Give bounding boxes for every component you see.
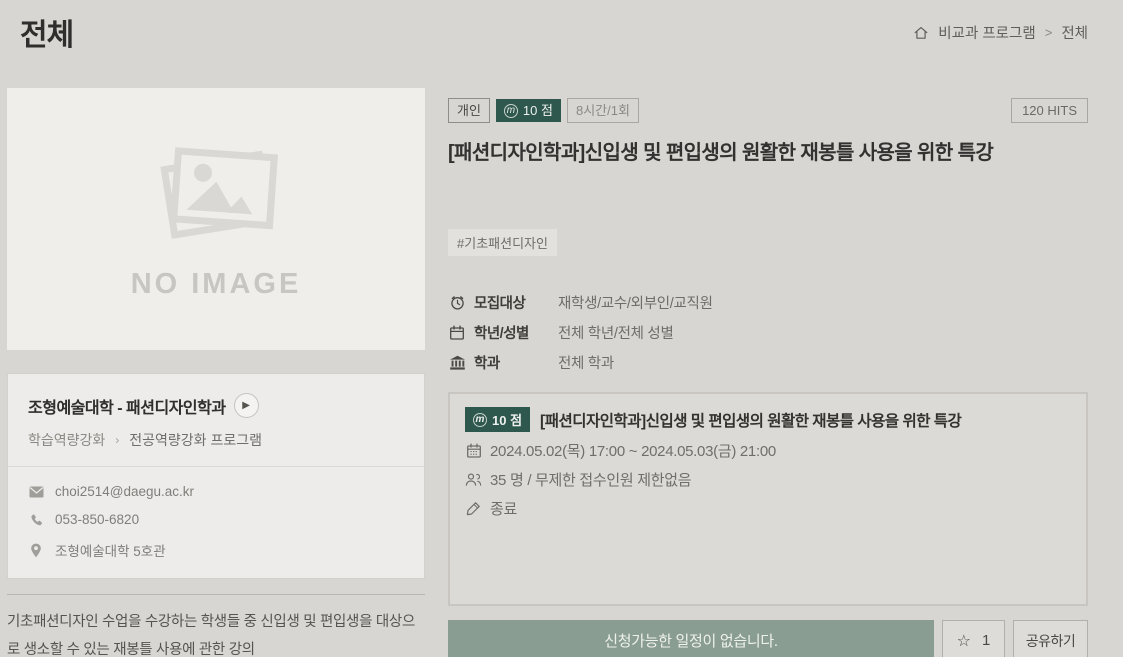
program-type: 전공역량강화 프로그램 xyxy=(129,430,262,450)
contact-email: choi2514@daegu.ac.kr xyxy=(55,484,194,499)
badge-row: 개인 m 10 점 8시간/1회 120 HITS xyxy=(448,98,1088,123)
schedule-card[interactable]: m 10 점 [패션디자인학과]신입생 및 편입생의 원활한 재봉틀 사용을 위… xyxy=(448,392,1088,606)
badge-type: 개인 xyxy=(448,98,490,123)
info-label: 학년/성별 xyxy=(474,322,558,343)
breadcrumb-item-programs[interactable]: 비교과 프로그램 xyxy=(938,22,1035,43)
left-column: NO IMAGE 조형예술대학 - 패션디자인학과 ▶ 학습역량강화 › 전공역… xyxy=(7,88,425,657)
schedule-points-badge: m 10 점 xyxy=(465,407,530,432)
play-icon: ▶ xyxy=(242,400,250,411)
no-image-icon xyxy=(150,138,282,242)
info-row-grade-gender: 학년/성별 전체 학년/전체 성별 xyxy=(448,322,1088,343)
program-info-list: 모집대상 재학생/교수/외부인/교직원 학년/성별 전체 학년/전체 성별 xyxy=(448,292,1088,373)
star-icon: ☆ xyxy=(957,631,971,650)
program-description: 기초패션디자인 수업을 수강하는 학생들 중 신입생 및 편입생을 대상으로 생… xyxy=(7,594,425,657)
university-icon xyxy=(448,355,466,371)
org-expand-button[interactable]: ▶ xyxy=(234,393,259,418)
contact-location: 조형예술대학 5호관 xyxy=(55,540,166,560)
card-divider xyxy=(8,466,424,467)
badge-duration: 8시간/1회 xyxy=(567,98,639,123)
info-label: 모집대상 xyxy=(474,292,558,313)
info-label: 학과 xyxy=(474,352,558,373)
breadcrumb: 비교과 프로그램 > 전체 xyxy=(913,22,1088,43)
right-column: 개인 m 10 점 8시간/1회 120 HITS [패션디자인학과]신입생 및… xyxy=(448,88,1088,657)
breadcrumb-separator: > xyxy=(1045,25,1053,40)
no-image-label: NO IMAGE xyxy=(131,268,302,301)
schedule-points-label: 10 점 xyxy=(492,410,522,429)
action-row: 신청가능한 일정이 없습니다. ☆ 1 공유하기 xyxy=(448,620,1088,657)
schedule-period-row: 2024.05.02(목) 17:00 ~ 2024.05.03(금) 21:0… xyxy=(465,440,1071,461)
phone-icon xyxy=(28,513,44,527)
schedule-capacity: 35 명 / 무제한 접수인원 제한없음 xyxy=(490,469,691,490)
contact-phone-row[interactable]: 053-850-6820 xyxy=(8,512,424,527)
mileage-icon: m xyxy=(473,413,487,427)
contact-phone: 053-850-6820 xyxy=(55,512,139,527)
schedule-title: [패션디자인학과]신입생 및 편입생의 원활한 재봉틀 사용을 위한 특강 xyxy=(540,409,961,431)
alarm-clock-icon xyxy=(448,294,466,311)
mileage-icon: m xyxy=(504,104,518,118)
program-category: 학습역량강화 xyxy=(28,430,105,450)
pen-icon xyxy=(465,501,482,516)
email-icon xyxy=(28,486,44,498)
schedule-capacity-row: 35 명 / 무제한 접수인원 제한없음 xyxy=(465,469,1071,490)
home-icon[interactable] xyxy=(913,25,929,41)
hashtag-row: #기초패션디자인 xyxy=(448,229,1088,256)
breadcrumb-item-all[interactable]: 전체 xyxy=(1061,22,1088,43)
contact-location-row: 조형예술대학 5호관 xyxy=(8,540,424,560)
favorite-count: 1 xyxy=(982,632,990,649)
page-header: 전체 비교과 프로그램 > 전체 xyxy=(0,0,1123,88)
content: NO IMAGE 조형예술대학 - 패션디자인학과 ▶ 학습역량강화 › 전공역… xyxy=(0,88,1123,657)
no-schedule-button[interactable]: 신청가능한 일정이 없습니다. xyxy=(448,620,934,657)
schedule-status: 종료 xyxy=(490,498,517,519)
calendar-icon xyxy=(465,443,482,459)
badge-points: m 10 점 xyxy=(496,99,561,122)
hits-badge: 120 HITS xyxy=(1011,98,1088,123)
info-value: 재학생/교수/외부인/교직원 xyxy=(558,292,713,313)
page-title: 전체 xyxy=(20,10,73,54)
category-chevron: › xyxy=(115,433,119,447)
info-value: 전체 학과 xyxy=(558,352,614,373)
contact-email-row[interactable]: choi2514@daegu.ac.kr xyxy=(8,484,424,499)
hashtag[interactable]: #기초패션디자인 xyxy=(448,229,557,256)
organization-card: 조형예술대학 - 패션디자인학과 ▶ 학습역량강화 › 전공역량강화 프로그램 xyxy=(7,373,425,579)
organization-name: 조형예술대학 - 패션디자인학과 xyxy=(28,394,226,418)
program-title: [패션디자인학과]신입생 및 편입생의 원활한 재봉틀 사용을 위한 특강 xyxy=(448,136,1088,165)
program-thumbnail-placeholder: NO IMAGE xyxy=(7,88,425,350)
calendar-icon xyxy=(448,325,466,341)
schedule-status-row: 종료 xyxy=(465,498,1071,519)
map-pin-icon xyxy=(28,543,44,558)
schedule-period: 2024.05.02(목) 17:00 ~ 2024.05.03(금) 21:0… xyxy=(490,440,776,461)
favorite-button[interactable]: ☆ 1 xyxy=(942,620,1005,657)
info-value: 전체 학년/전체 성별 xyxy=(558,322,674,343)
info-row-target: 모집대상 재학생/교수/외부인/교직원 xyxy=(448,292,1088,313)
info-row-department: 학과 전체 학과 xyxy=(448,352,1088,373)
users-icon xyxy=(465,472,482,487)
badge-points-label: 10 점 xyxy=(523,102,553,119)
share-button[interactable]: 공유하기 xyxy=(1013,620,1088,657)
